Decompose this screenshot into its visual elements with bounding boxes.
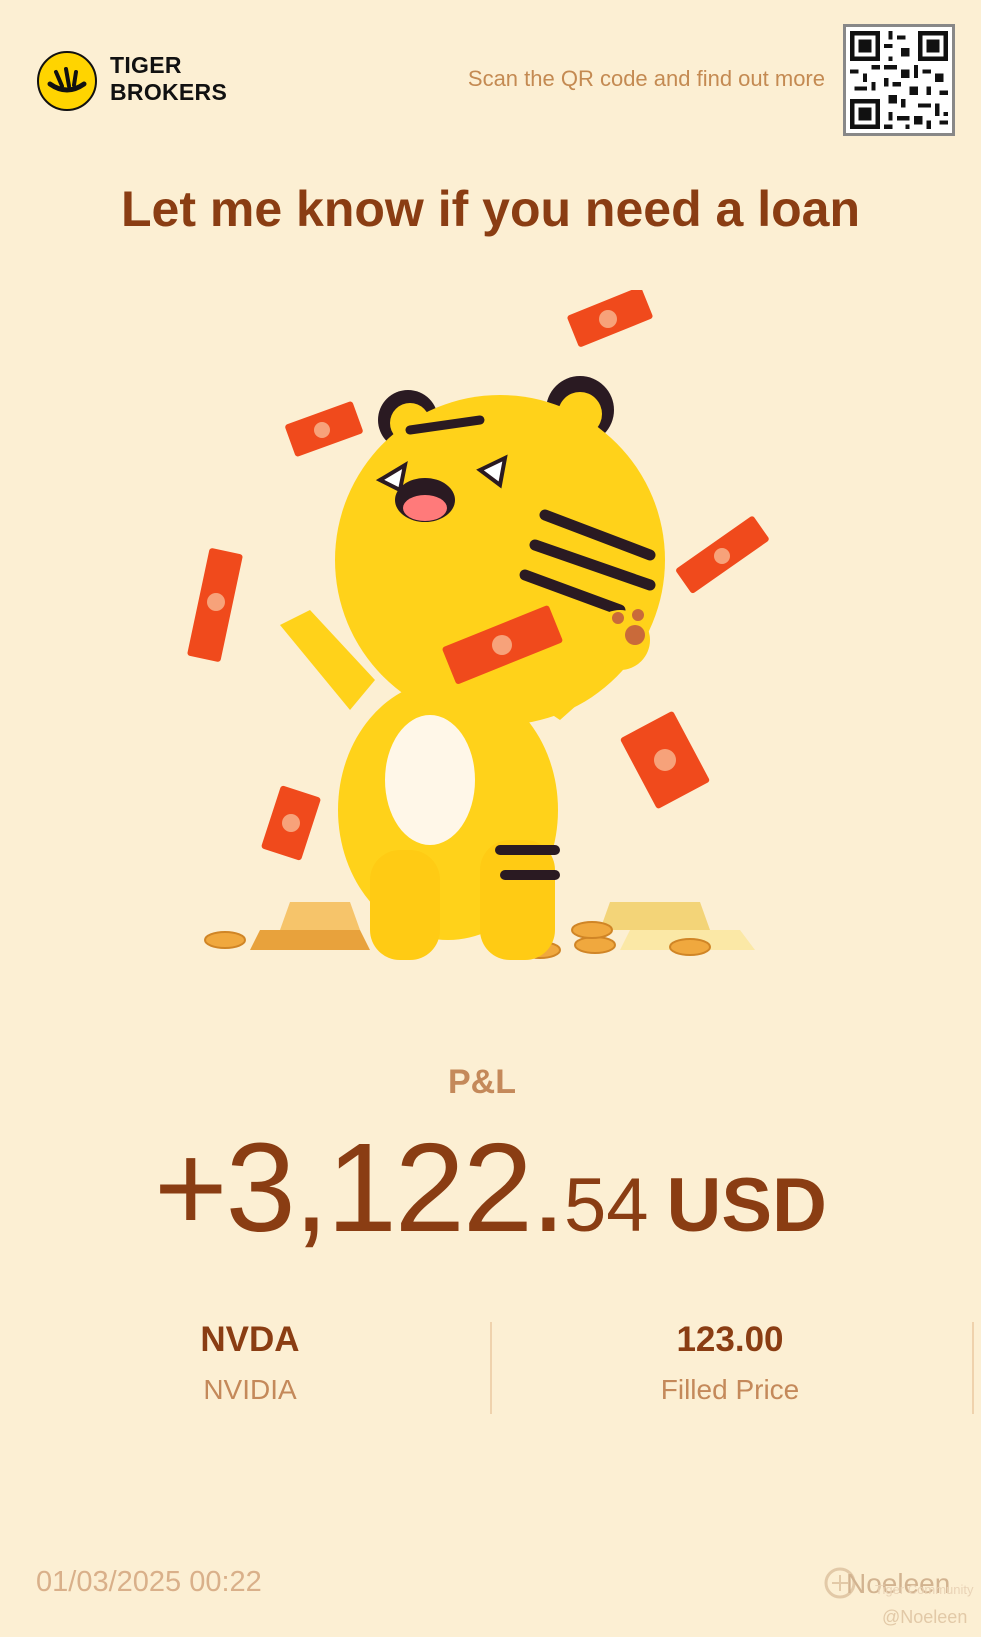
watermark-handle: @Noeleen	[882, 1607, 968, 1627]
header: TIGER BROKERS Scan the QR code and find …	[0, 0, 981, 150]
pnl-currency: USD	[666, 1163, 827, 1248]
brand-line1: TIGER	[110, 52, 182, 78]
red-envelope-icon	[285, 401, 363, 457]
headline: Let me know if you need a loan	[120, 181, 860, 237]
divider	[972, 1322, 974, 1414]
scan-qr-text: Scan the QR code and find out more	[467, 66, 825, 91]
pnl-decimal: 54	[563, 1163, 649, 1248]
red-envelope-icon	[676, 516, 769, 594]
timestamp: 01/03/2025 00:22	[36, 1566, 262, 1598]
brand-name: TIGER BROKERS	[110, 52, 227, 106]
red-envelope-icon	[620, 711, 710, 809]
red-envelope-icon	[567, 290, 653, 347]
red-envelope-icon	[187, 548, 243, 662]
brand-line2: BROKERS	[110, 79, 228, 105]
qr-code-icon[interactable]	[843, 24, 955, 136]
stock-ticker: NVDA	[200, 1320, 300, 1359]
filled-price-label: Filled Price	[660, 1374, 800, 1405]
tiger-mascot-illustration	[187, 290, 769, 960]
divider	[490, 1322, 492, 1414]
pnl-integer: +3,122.	[154, 1117, 566, 1258]
red-envelope-icon	[261, 785, 321, 861]
filled-price-value: 123.00	[676, 1320, 784, 1359]
price-info: 123.00 Filled Price	[580, 1320, 880, 1406]
watermark-community: Tiger Community	[875, 1582, 974, 1597]
pnl-value: +3,122.54 USD	[0, 1115, 981, 1260]
stock-name: NVIDIA	[203, 1374, 297, 1405]
tiger-logo-icon	[37, 51, 97, 111]
stock-info: NVDA NVIDIA	[100, 1320, 400, 1406]
pnl-label: P&L	[448, 1063, 516, 1101]
